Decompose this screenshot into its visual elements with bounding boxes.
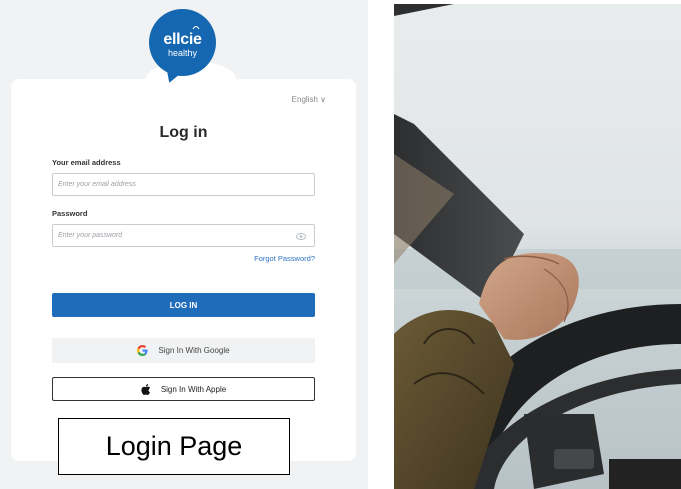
login-pane: ellcie healthy English ∨ Log in Your ema… (0, 0, 368, 489)
forgot-password-link[interactable]: Forgot Password? (254, 254, 315, 263)
google-icon (137, 345, 148, 356)
brand-name: ellcie (163, 30, 202, 48)
password-field[interactable]: Enter your password (52, 224, 315, 247)
signal-icon (192, 26, 200, 30)
password-label: Password (52, 209, 88, 218)
google-signin-button[interactable]: Sign In With Google (52, 338, 315, 363)
brand-tagline: healthy (167, 47, 198, 58)
google-button-label: Sign In With Google (158, 346, 230, 355)
login-card: English ∨ Log in Your email address Ente… (11, 61, 356, 461)
email-field[interactable]: Enter your email address (52, 173, 315, 196)
apple-signin-button[interactable]: Sign In With Apple (52, 377, 315, 401)
language-selector[interactable]: English ∨ (292, 95, 326, 104)
password-placeholder: Enter your password (58, 232, 123, 239)
eye-icon[interactable] (296, 233, 306, 240)
apple-button-label: Sign In With Apple (160, 384, 227, 394)
login-button-label: LOG IN (169, 300, 198, 310)
login-button[interactable]: LOG IN (52, 293, 315, 317)
hero-photo (394, 4, 681, 489)
page-title: Log in (159, 124, 208, 141)
apple-icon (141, 383, 151, 395)
caption-label: Login Page (58, 418, 290, 475)
brand-logo: ellcie healthy (149, 9, 216, 76)
email-placeholder: Enter your email address (58, 181, 136, 188)
email-label: Your email address (52, 158, 121, 167)
